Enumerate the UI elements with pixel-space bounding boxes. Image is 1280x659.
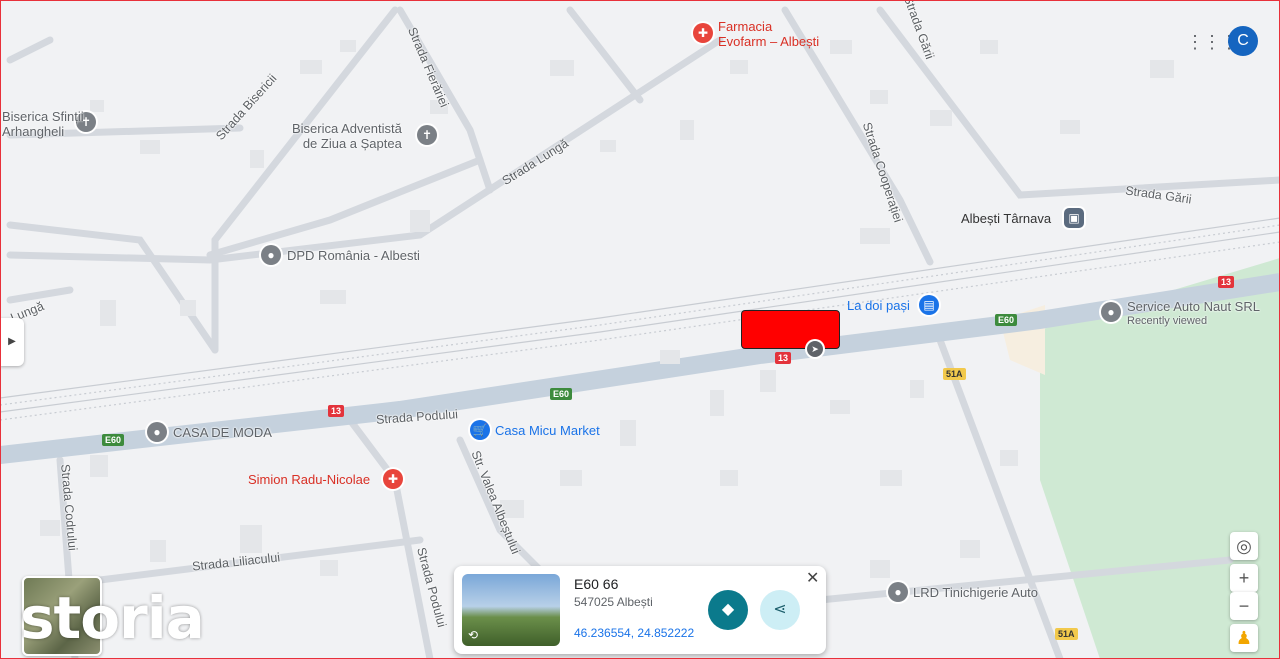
poi-biserica-sfintii-arhangheli[interactable]: Biserica Sfinții Arhangheli bbox=[2, 109, 84, 139]
road-shield-51a: 51A bbox=[943, 368, 966, 380]
road-shield-e60: E60 bbox=[550, 388, 573, 400]
close-icon: ✕ bbox=[806, 570, 820, 587]
train-station-icon[interactable]: ▣ bbox=[1064, 208, 1084, 228]
church-icon[interactable]: ✝ bbox=[417, 125, 437, 145]
pharmacy-icon[interactable]: ✚ bbox=[693, 23, 713, 43]
place-pin-icon[interactable]: ● bbox=[147, 422, 167, 442]
poi-casa-micu-market[interactable]: Casa Micu Market bbox=[495, 423, 600, 438]
card-subtitle: 547025 Albești bbox=[574, 595, 653, 609]
card-coordinates[interactable]: 46.236554, 24.852222 bbox=[574, 626, 694, 640]
close-card-button[interactable]: ✕ bbox=[806, 568, 819, 588]
road-shield-e60: E60 bbox=[995, 314, 1018, 326]
road-shield-51a: 51A bbox=[1055, 628, 1078, 640]
street-view-icon: ⟲ bbox=[468, 628, 479, 642]
place-pin-icon[interactable]: ● bbox=[261, 245, 281, 265]
directions-icon: ◆ bbox=[721, 601, 735, 618]
redacted-marker bbox=[741, 310, 840, 349]
shopping-cart-icon[interactable]: 🛒 bbox=[470, 420, 490, 440]
zoom-out-button[interactable]: − bbox=[1230, 592, 1258, 620]
place-pin-icon[interactable]: ● bbox=[888, 582, 908, 602]
medical-icon[interactable]: ✚ bbox=[383, 469, 403, 489]
my-location-button[interactable]: ◎ bbox=[1230, 532, 1258, 560]
shopping-icon[interactable]: ▤ bbox=[919, 295, 939, 315]
street-view-thumbnail[interactable]: ⟲ bbox=[462, 574, 560, 646]
account-avatar[interactable]: C bbox=[1228, 26, 1258, 56]
share-icon: ⋖ bbox=[773, 601, 787, 618]
location-arrow-icon[interactable]: ➤ bbox=[807, 341, 823, 357]
location-info-card[interactable]: ⟲ E60 66 547025 Albești 46.236554, 24.85… bbox=[454, 566, 826, 654]
poi-farmacia-evofarm[interactable]: Farmacia Evofarm – Albești bbox=[718, 19, 819, 49]
street-view-pegman-icon[interactable]: ♟ bbox=[1230, 624, 1258, 652]
storia-logo: storia bbox=[20, 584, 205, 652]
expand-panel-button[interactable]: ▶ bbox=[0, 318, 24, 366]
card-title: E60 66 bbox=[574, 576, 619, 592]
directions-button[interactable]: ◆ bbox=[708, 590, 748, 630]
road-shield-e60: E60 bbox=[102, 434, 125, 446]
poi-service-auto-naut[interactable]: Service Auto Naut SRL bbox=[1127, 299, 1260, 314]
poi-lrd-tinichigerie-auto[interactable]: LRD Tinichigerie Auto bbox=[913, 585, 1038, 600]
poi-albesti-tarnava[interactable]: Albești Târnava bbox=[961, 211, 1051, 226]
poi-la-doi-pasi[interactable]: La doi pași bbox=[847, 298, 910, 313]
road-shield-13: 13 bbox=[775, 352, 792, 364]
road-shield-13: 13 bbox=[328, 405, 345, 417]
road-shield-13: 13 bbox=[1218, 276, 1235, 288]
poi-simion-radu-nicolae[interactable]: Simion Radu-Nicolae bbox=[248, 472, 370, 487]
zoom-in-button[interactable]: + bbox=[1230, 564, 1258, 592]
recently-viewed-label: Recently viewed bbox=[1127, 315, 1208, 327]
poi-biserica-adventista[interactable]: Biserica Adventistă de Ziua a Șaptea bbox=[292, 121, 402, 151]
share-button[interactable]: ⋖ bbox=[760, 590, 800, 630]
place-pin-icon[interactable]: ● bbox=[1101, 302, 1121, 322]
poi-casa-de-moda[interactable]: CASA DE MODA bbox=[173, 425, 272, 440]
poi-dpd-romania[interactable]: DPD România - Albesti bbox=[287, 248, 420, 263]
